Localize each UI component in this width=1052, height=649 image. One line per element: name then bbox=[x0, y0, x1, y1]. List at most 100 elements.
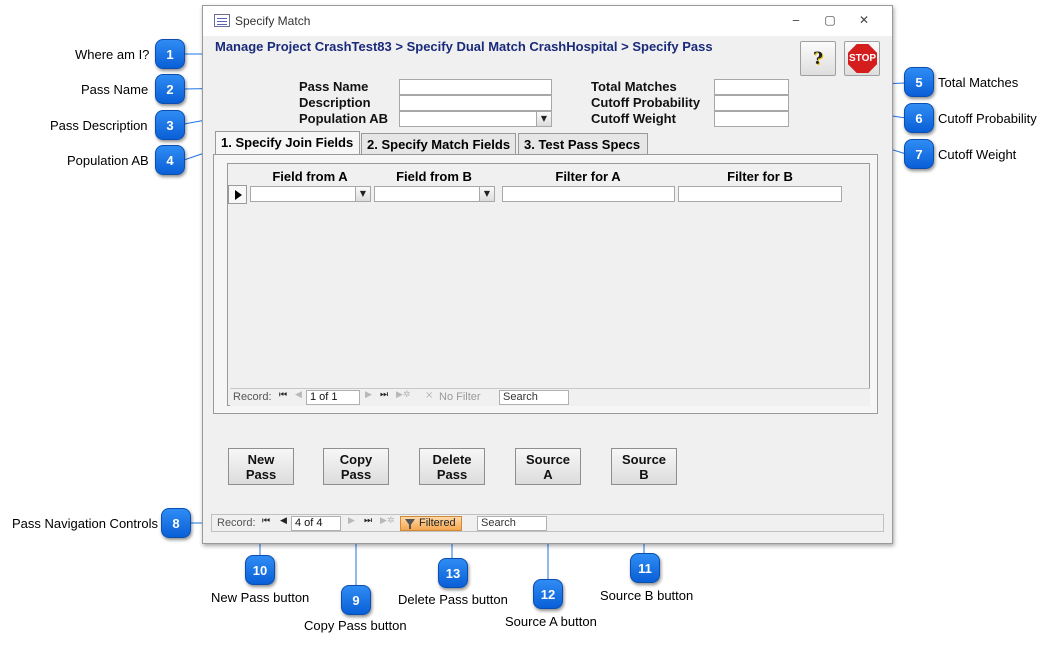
cutoff-weight-label: Cutoff Weight bbox=[591, 111, 676, 126]
pass-name-input[interactable] bbox=[399, 79, 552, 95]
source-b-button[interactable]: Source B bbox=[611, 448, 677, 485]
field-a-select[interactable]: ▼ bbox=[250, 186, 371, 202]
last-record-icon[interactable]: ⏭ bbox=[380, 390, 388, 400]
callout-badge-2: 2 bbox=[155, 74, 185, 104]
stop-icon: STOP bbox=[848, 44, 877, 73]
filter-b-input[interactable] bbox=[678, 186, 842, 202]
specify-match-window: Specify Match ‒ ▢ ✕ Manage Project Crash… bbox=[202, 5, 893, 544]
delete-pass-label-line2: Pass bbox=[436, 467, 468, 482]
restore-icon[interactable]: ▢ bbox=[822, 13, 838, 27]
tab-specify-join-fields[interactable]: 1. Specify Join Fields bbox=[215, 131, 360, 155]
subform-navigation-bar: Record: ⏮ ◀ 1 of 1 ▶ ⏭ ▶✲ ⨯ No Filter Se… bbox=[230, 388, 870, 406]
callout-badge-13: 13 bbox=[438, 558, 468, 588]
callout-label-where-am-i: Where am I? bbox=[75, 47, 150, 62]
new-record-icon[interactable]: ▶✲ bbox=[380, 516, 394, 526]
total-matches-label: Total Matches bbox=[591, 79, 677, 94]
description-input[interactable] bbox=[399, 95, 552, 111]
breadcrumb: Manage Project CrashTest83 > Specify Dua… bbox=[215, 39, 713, 54]
callout-label-copy-pass: Copy Pass button bbox=[304, 618, 407, 633]
record-selector[interactable] bbox=[228, 185, 247, 204]
stop-button[interactable]: STOP bbox=[844, 41, 880, 76]
chevron-down-icon[interactable]: ▼ bbox=[536, 112, 551, 126]
join-fields-subform: Field from A Field from B Filter for A F… bbox=[227, 163, 870, 406]
column-header-filter-b: Filter for B bbox=[727, 169, 793, 184]
source-a-label-line2: A bbox=[543, 467, 553, 482]
column-header-field-b: Field from B bbox=[396, 169, 472, 184]
title-bar: Specify Match ‒ ▢ ✕ bbox=[203, 6, 892, 36]
callout-badge-6: 6 bbox=[904, 103, 934, 133]
pass-name-label: Pass Name bbox=[299, 79, 369, 94]
column-header-field-a: Field from A bbox=[272, 169, 348, 184]
window-title: Specify Match bbox=[235, 14, 311, 28]
column-header-filter-a: Filter for A bbox=[555, 169, 621, 184]
cutoff-probability-field[interactable] bbox=[714, 95, 789, 111]
subform-search-box[interactable]: Search bbox=[499, 390, 569, 405]
pass-navigation-bar: Record: ⏮ ◀ 4 of 4 ▶ ⏭ ▶✲ Filtered Searc… bbox=[211, 514, 884, 532]
callout-label-pass-navigation: Pass Navigation Controls bbox=[12, 516, 158, 531]
source-b-label-line1: Source bbox=[621, 452, 667, 467]
callout-badge-12: 12 bbox=[533, 579, 563, 609]
chevron-down-icon[interactable]: ▼ bbox=[479, 187, 494, 201]
new-pass-label-line1: New bbox=[247, 452, 275, 467]
cutoff-probability-label: Cutoff Probability bbox=[591, 95, 701, 110]
help-button[interactable]: ? bbox=[800, 41, 836, 76]
filter-a-input[interactable] bbox=[502, 186, 675, 202]
callout-label-cutoff-weight: Cutoff Weight bbox=[938, 147, 1017, 162]
population-label: Population AB bbox=[299, 111, 389, 126]
next-record-icon[interactable]: ▶ bbox=[348, 516, 355, 526]
next-record-icon[interactable]: ▶ bbox=[365, 390, 372, 400]
cutoff-weight-field[interactable] bbox=[714, 111, 789, 127]
copy-pass-button[interactable]: Copy Pass bbox=[323, 448, 389, 485]
minimize-icon[interactable]: ‒ bbox=[788, 13, 804, 27]
help-icon: ? bbox=[813, 49, 823, 69]
callout-label-population-ab: Population AB bbox=[67, 153, 149, 168]
callout-badge-4: 4 bbox=[155, 145, 185, 175]
join-fields-panel: Field from A Field from B Filter for A F… bbox=[213, 154, 878, 414]
tab-specify-match-fields[interactable]: 2. Specify Match Fields bbox=[361, 133, 516, 155]
source-a-label-line1: Source bbox=[525, 452, 571, 467]
callout-badge-7: 7 bbox=[904, 139, 934, 169]
callout-badge-3: 3 bbox=[155, 110, 185, 140]
first-record-icon[interactable]: ⏮ bbox=[279, 390, 287, 400]
callout-label-new-pass: New Pass button bbox=[211, 590, 310, 605]
population-select[interactable]: ▼ bbox=[399, 111, 552, 127]
field-b-select[interactable]: ▼ bbox=[374, 186, 495, 202]
callout-badge-1: 1 bbox=[155, 39, 185, 69]
callout-label-pass-description: Pass Description bbox=[50, 118, 148, 133]
callout-label-delete-pass: Delete Pass button bbox=[398, 592, 508, 607]
delete-pass-label-line1: Delete bbox=[432, 452, 472, 467]
close-icon[interactable]: ✕ bbox=[856, 13, 872, 27]
previous-record-icon[interactable]: ◀ bbox=[280, 516, 287, 526]
callout-label-total-matches: Total Matches bbox=[938, 75, 1019, 90]
callout-badge-8: 8 bbox=[161, 508, 191, 538]
record-label: Record: bbox=[233, 391, 272, 403]
pass-search-box[interactable]: Search bbox=[477, 516, 547, 531]
source-b-label-line2: B bbox=[639, 467, 649, 482]
callout-badge-10: 10 bbox=[245, 555, 275, 585]
callout-badge-11: 11 bbox=[630, 553, 660, 583]
filter-funnel-icon: ⨯ bbox=[425, 390, 434, 401]
delete-pass-button[interactable]: Delete Pass bbox=[419, 448, 485, 485]
source-a-button[interactable]: Source A bbox=[515, 448, 581, 485]
filtered-toggle[interactable]: Filtered bbox=[400, 516, 462, 531]
tab-test-pass-specs[interactable]: 3. Test Pass Specs bbox=[518, 133, 648, 155]
callout-badge-5: 5 bbox=[904, 67, 934, 97]
record-position[interactable]: 4 of 4 bbox=[291, 516, 341, 531]
new-record-icon[interactable]: ▶✲ bbox=[396, 390, 410, 400]
previous-record-icon[interactable]: ◀ bbox=[295, 390, 302, 400]
callout-label-source-a: Source A button bbox=[505, 614, 597, 629]
record-position[interactable]: 1 of 1 bbox=[306, 390, 360, 405]
callout-badge-9: 9 bbox=[341, 585, 371, 615]
first-record-icon[interactable]: ⏮ bbox=[262, 516, 270, 526]
description-label: Description bbox=[299, 95, 371, 110]
new-pass-button[interactable]: New Pass bbox=[228, 448, 294, 485]
callout-label-pass-name: Pass Name bbox=[81, 82, 149, 97]
callout-label-cutoff-probability: Cutoff Probability bbox=[938, 111, 1037, 126]
new-pass-label-line2: Pass bbox=[245, 467, 277, 482]
chevron-down-icon[interactable]: ▼ bbox=[355, 187, 370, 201]
record-label: Record: bbox=[217, 517, 256, 529]
last-record-icon[interactable]: ⏭ bbox=[364, 516, 372, 526]
no-filter-button[interactable]: No Filter bbox=[439, 391, 481, 403]
copy-pass-label-line1: Copy bbox=[339, 452, 373, 467]
total-matches-field[interactable] bbox=[714, 79, 789, 95]
